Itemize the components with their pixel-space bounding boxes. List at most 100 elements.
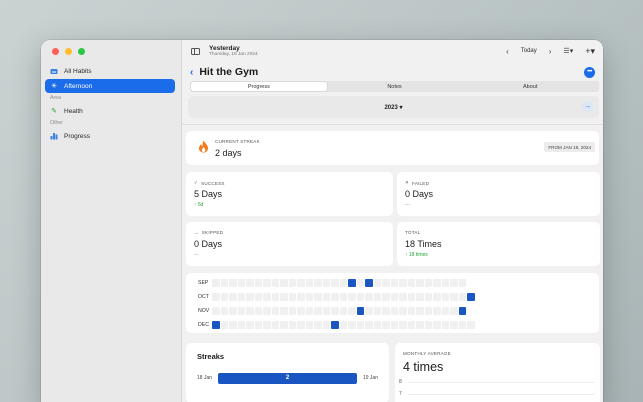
tab-notes[interactable]: Notes [327, 82, 463, 91]
heatmap-cell [407, 279, 415, 287]
toolbar-actions: ‹ Today › ☰▾ +▾ [506, 46, 595, 57]
year-dropdown[interactable]: 2023 ▾ [384, 104, 402, 111]
heatmap-cell [424, 279, 432, 287]
heatmap-cell [373, 293, 381, 301]
tab-progress[interactable]: Progress [191, 82, 327, 91]
list-options-icon[interactable]: ☰▾ [563, 47, 573, 55]
heatmap-cell [237, 279, 245, 287]
gridline [407, 381, 594, 383]
heatmap-cell [280, 307, 288, 315]
heatmap-cell [382, 279, 390, 287]
heatmap-cell [348, 293, 356, 301]
heatmap-cell [263, 279, 271, 287]
more-options-icon[interactable]: ••• [584, 66, 595, 78]
heatmap-cell [348, 307, 356, 315]
heatmap-cell-completed [356, 307, 364, 315]
heatmap-cell [271, 321, 279, 329]
heatmap-cell [314, 279, 322, 287]
heatmap-cell [356, 279, 364, 287]
sidebar-item-label: All Habits [64, 67, 92, 75]
total-stat-card: TOTAL 18 Times ↑ 18 times [397, 222, 600, 266]
failed-stat-card: ✕ FAILED 0 Days --- [397, 172, 600, 216]
heatmap-cell [254, 279, 262, 287]
add-icon[interactable]: +▾ [585, 46, 595, 57]
success-caption: ✓ SUCCESS [194, 180, 225, 186]
heatmap-cell [263, 293, 271, 301]
heatmap-row: NOV [198, 307, 466, 315]
arrow-up-icon: ↑ [194, 202, 197, 208]
heatmap-month-label: DEC [198, 322, 209, 328]
main-pane: Yesterday Thursday, 18 Jan 2024 ‹ Today … [182, 40, 603, 402]
close-window-button[interactable] [52, 48, 59, 55]
heatmap-cell [399, 279, 407, 287]
monthly-average-value: 4 times [403, 360, 444, 374]
heatmap-cell [424, 307, 432, 315]
axis-tick-label: 8 [399, 379, 402, 385]
heatmap-cell [305, 293, 313, 301]
heatmap-cell-completed [348, 279, 356, 287]
heatmap-cell [356, 321, 364, 329]
success-value: 5 Days [194, 189, 223, 199]
sidebar-item-health[interactable]: ✎ Health [45, 104, 175, 118]
heatmap-cell [390, 307, 398, 315]
success-trend: ↑ 5d [194, 202, 203, 208]
heatmap-cell [399, 321, 407, 329]
back-chevron-icon[interactable]: ‹ [190, 67, 193, 78]
monthly-average-card: MONTHLY AVERAGE 4 times 8 7 [395, 343, 600, 402]
heatmap-cell [433, 293, 441, 301]
chevron-left-icon[interactable]: ‹ [506, 47, 509, 56]
heatmap-cell [373, 279, 381, 287]
heatmap-cell [229, 307, 237, 315]
heatmap-cell [416, 321, 424, 329]
sidebar-item-progress[interactable]: Progress [45, 129, 175, 143]
heatmap-cell [339, 279, 347, 287]
today-button[interactable]: Today [521, 48, 537, 54]
heatmap-cell [407, 307, 415, 315]
heatmap-cell [339, 307, 347, 315]
heatmap-cell [220, 279, 228, 287]
sidebar-item-afternoon[interactable]: ☀ Afternoon [45, 79, 175, 93]
habit-tabs: Progress Notes About [190, 81, 599, 92]
minimize-window-button[interactable] [65, 48, 72, 55]
heatmap-cell [382, 293, 390, 301]
heatmap-cell [399, 293, 407, 301]
habit-header: ‹ Hit the Gym ••• [190, 65, 595, 79]
failed-caption-text: FAILED [412, 180, 430, 186]
heatmap-cell [450, 307, 458, 315]
heatmap-cell [348, 321, 356, 329]
current-streak-caption: CURRENT STREAK [215, 139, 260, 144]
app-window: All Habits ☀ Afternoon Area ✎ Health Oth… [41, 40, 603, 402]
heatmap-cell [433, 321, 441, 329]
tray-icon [50, 67, 58, 75]
heatmap-cell [331, 293, 339, 301]
axis-tick-label: 7 [399, 391, 402, 397]
heatmap-cell [450, 321, 458, 329]
heatmap-cell [322, 307, 330, 315]
heatmap-cell [246, 321, 254, 329]
heatmap-cell [314, 321, 322, 329]
heatmap-cell [305, 307, 313, 315]
heatmap-cell [237, 293, 245, 301]
heatmap-cell [433, 307, 441, 315]
heatmap-row: DEC [198, 321, 475, 329]
heatmap-cell [220, 293, 228, 301]
arrow-right-icon[interactable]: → [582, 101, 593, 112]
chevron-right-icon[interactable]: › [549, 47, 552, 56]
heatmap-cell [424, 321, 432, 329]
sidebar-toggle-icon[interactable] [191, 47, 200, 55]
heatmap-cell [407, 321, 415, 329]
sun-icon: ☀ [50, 83, 58, 90]
tab-about[interactable]: About [462, 82, 598, 91]
sidebar-item-all-habits[interactable]: All Habits [45, 64, 175, 78]
heatmap-cell [297, 279, 305, 287]
heatmap-cell [356, 293, 364, 301]
zoom-window-button[interactable] [78, 48, 85, 55]
heatmap-cell [407, 293, 415, 301]
heatmap-cell [322, 321, 330, 329]
heatmap-cell [390, 321, 398, 329]
heatmap-cell [365, 307, 373, 315]
heatmap-row: OCT [198, 293, 475, 301]
success-trend-text: 5d [197, 202, 204, 208]
heatmap-cell [305, 321, 313, 329]
gridline [407, 393, 594, 395]
